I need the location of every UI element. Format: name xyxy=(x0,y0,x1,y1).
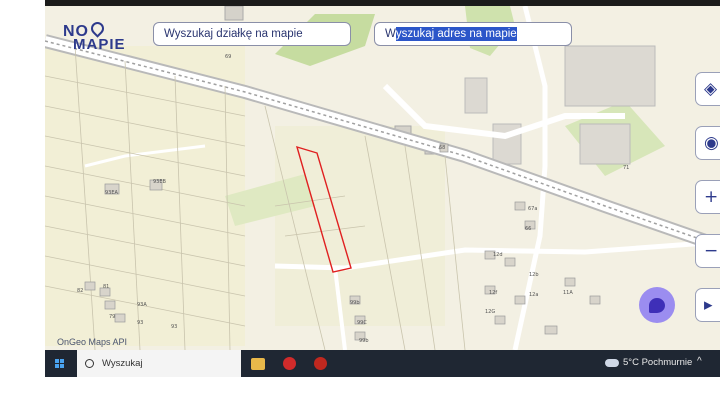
tray-chevron-icon[interactable]: ^ xyxy=(697,356,702,367)
address-search-input[interactable]: Wyszukaj adres na mapie xyxy=(374,22,572,46)
map-label: 66 xyxy=(525,226,531,232)
map-svg: 93EA 93EB 68 67a 66 71 12d 12b 12f 12a 1… xyxy=(45,5,720,351)
map-label: 93EA xyxy=(105,190,119,196)
taskbar-search-label: Wyszukaj xyxy=(102,358,143,369)
map-label: 93 xyxy=(137,320,143,326)
app-icon[interactable] xyxy=(314,357,327,370)
map-label: 81 xyxy=(103,284,109,290)
address-search-selected-text: yszukaj adres na mapie xyxy=(395,27,517,41)
map-label: 12b xyxy=(529,272,539,278)
zoom-in-button[interactable]: + xyxy=(695,180,720,214)
map-pin-icon xyxy=(88,19,107,38)
file-explorer-icon[interactable] xyxy=(251,357,265,370)
map-label: 99C xyxy=(357,320,367,326)
map-label: 93EB xyxy=(153,179,167,185)
map-attribution: OnGeo Maps API xyxy=(57,337,128,347)
app-logo[interactable]: NO MAPIE xyxy=(63,19,126,53)
windows-start-icon[interactable] xyxy=(55,358,65,369)
map-label: 93 xyxy=(171,324,177,330)
map-label: 12f xyxy=(489,290,497,296)
map-label: 79 xyxy=(109,314,115,320)
map-label: 12G xyxy=(485,309,495,315)
map-label: 99b xyxy=(359,338,369,344)
expand-panel-button[interactable]: ▸ xyxy=(695,288,720,322)
zoom-out-button[interactable]: − xyxy=(695,234,720,268)
search-icon xyxy=(85,359,94,368)
map-label: 69 xyxy=(225,54,231,60)
locate-icon: ◉ xyxy=(704,133,719,153)
taskbar-search-box[interactable]: Wyszukaj xyxy=(77,350,241,377)
windows-taskbar: Wyszukaj 5°C Pochmurnie ^ xyxy=(45,350,720,377)
map-label: 12a xyxy=(529,292,538,298)
opera-browser-icon[interactable] xyxy=(283,357,296,370)
chat-button[interactable] xyxy=(639,287,675,323)
app-window: 93EA 93EB 68 67a 66 71 12d 12b 12f 12a 1… xyxy=(45,0,720,377)
weather-text: 5°C Pochmurnie xyxy=(623,357,693,368)
plot-search-input[interactable]: Wyszukaj działkę na mapie xyxy=(153,22,351,46)
locate-button[interactable]: ◉ xyxy=(695,126,720,160)
expand-icon: ▸ xyxy=(704,295,713,315)
address-search-prefix: W xyxy=(385,28,396,40)
map-label: 11A xyxy=(563,290,573,296)
zoom-in-icon: + xyxy=(704,187,719,207)
map-label: 68 xyxy=(439,145,445,151)
map-label: 12d xyxy=(493,252,503,258)
map-label: 82 xyxy=(77,288,83,294)
logo-line2: MAPIE xyxy=(73,36,126,53)
cloudy-weather-icon xyxy=(603,353,619,367)
map-label: 71 xyxy=(623,165,629,171)
plot-search-placeholder: Wyszukaj działkę na mapie xyxy=(164,28,303,40)
map-label: 93A xyxy=(137,302,147,308)
weather-widget[interactable]: 5°C Pochmurnie xyxy=(603,353,693,368)
map-canvas[interactable]: 93EA 93EB 68 67a 66 71 12d 12b 12f 12a 1… xyxy=(45,5,720,351)
layers-icon: ◈ xyxy=(704,79,718,99)
chat-bubble-icon xyxy=(649,297,665,313)
layers-button[interactable]: ◈ xyxy=(695,72,720,106)
map-label: 67a xyxy=(528,206,537,212)
zoom-out-icon: − xyxy=(704,241,719,261)
map-label: 99b xyxy=(350,300,360,306)
